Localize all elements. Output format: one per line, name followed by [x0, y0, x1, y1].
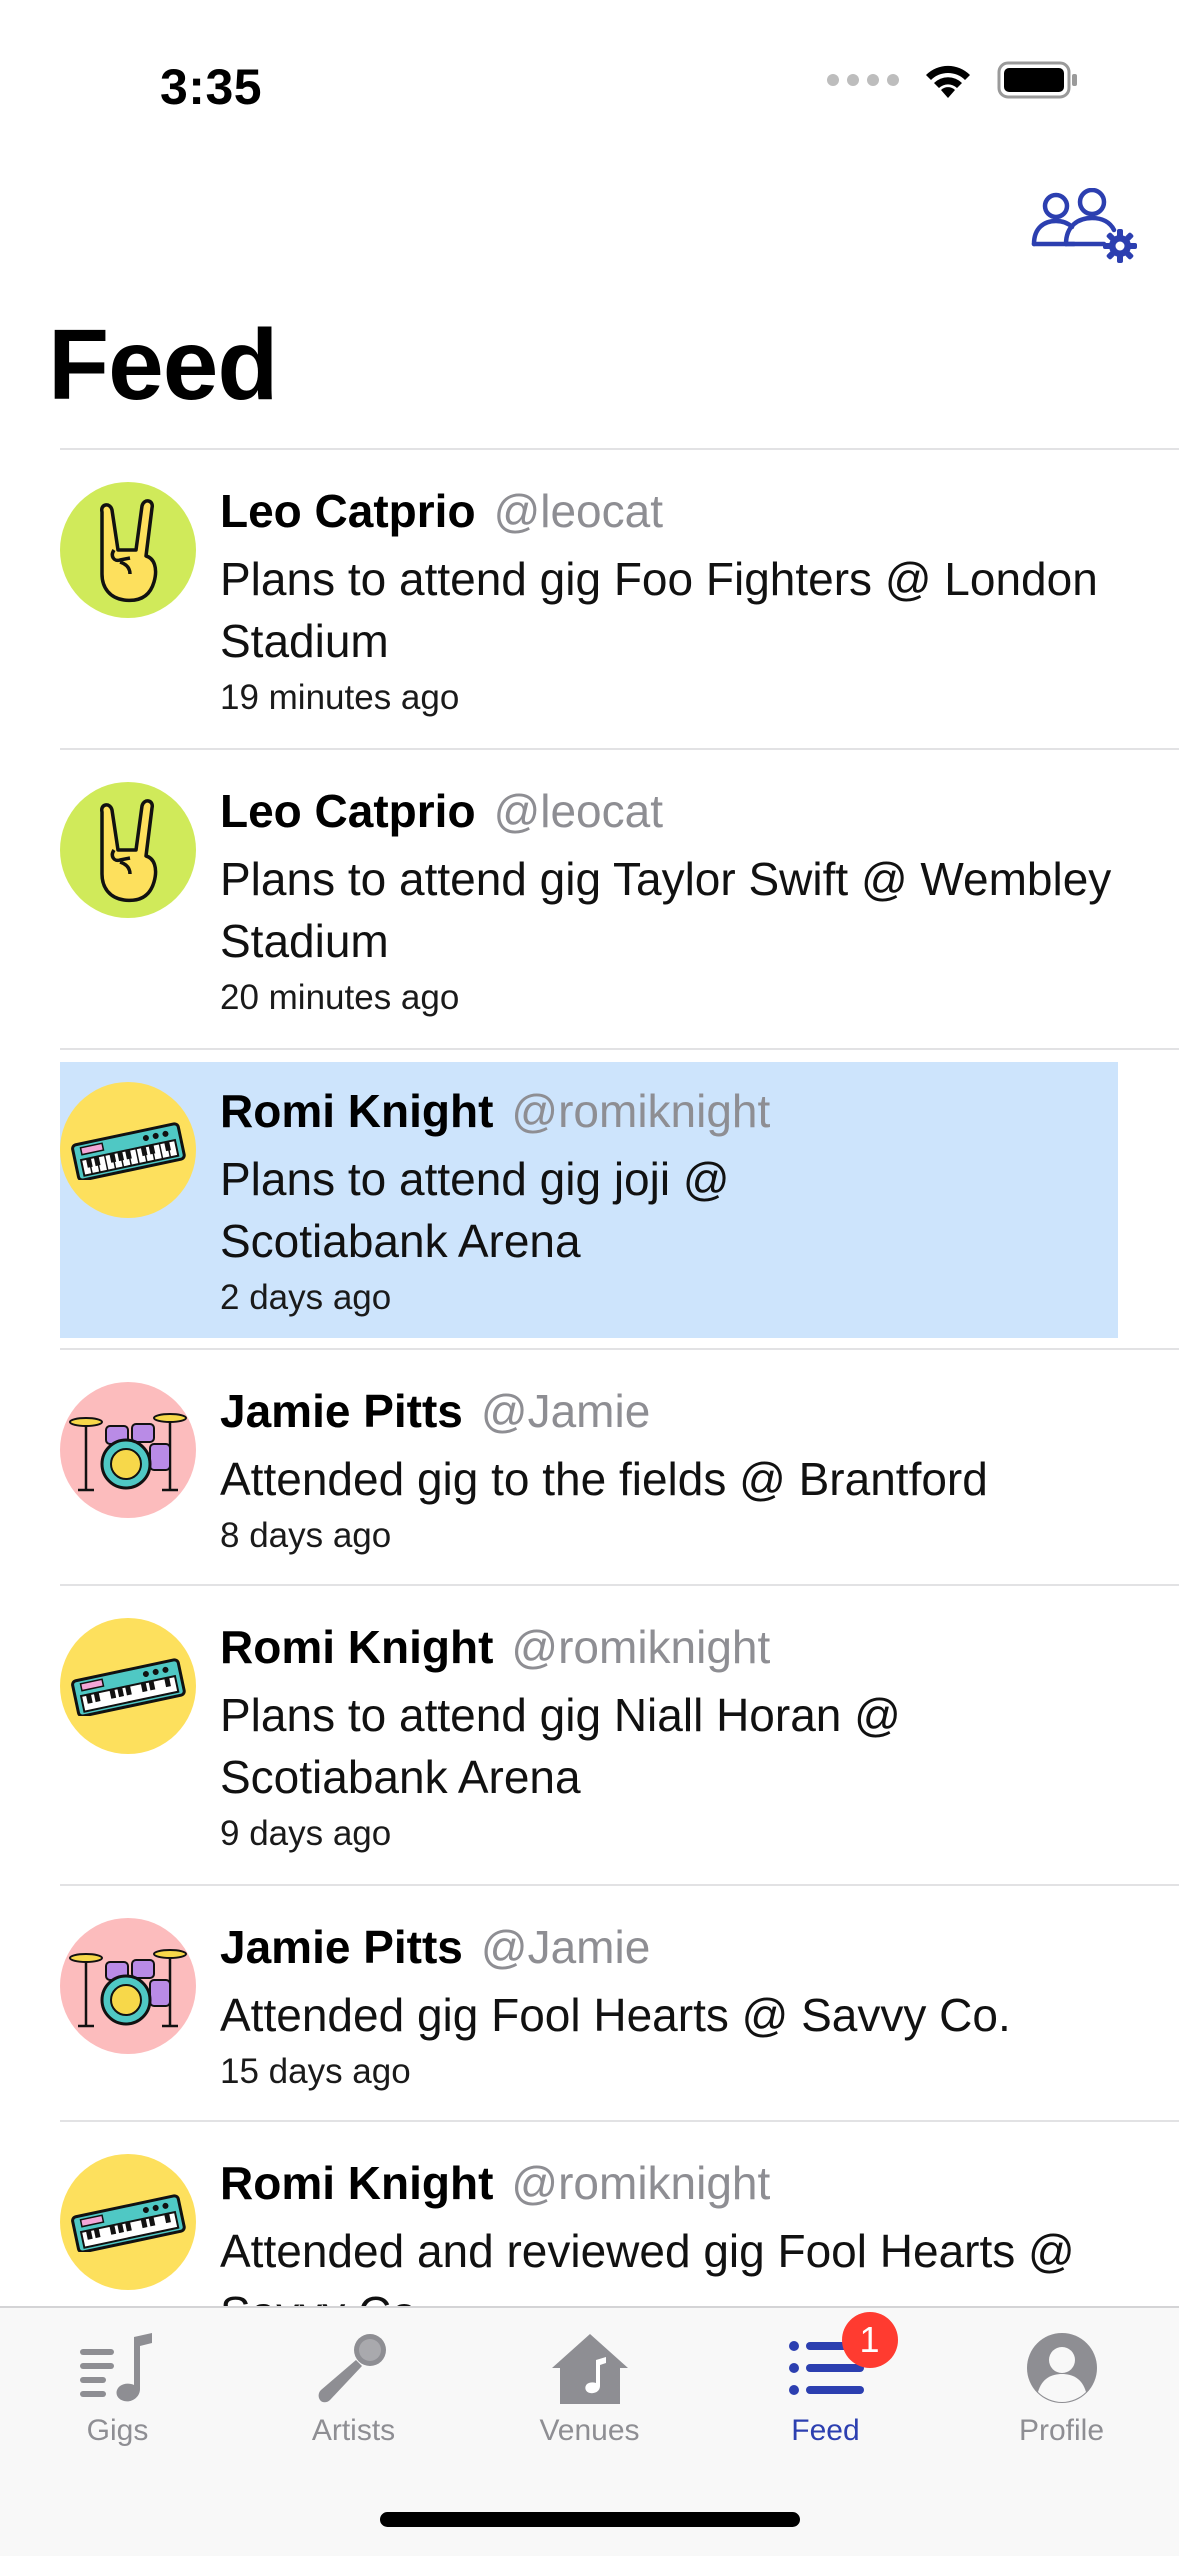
- tab-label: Gigs: [86, 2414, 149, 2447]
- tab-gigs[interactable]: Gigs: [0, 2308, 235, 2458]
- feed-item[interactable]: Romi Knight @romiknight Attended and revi…: [60, 2120, 1179, 2306]
- activity-text: Plans to attend gig joji @ Scotiabank Ar…: [220, 1153, 730, 1267]
- user-name[interactable]: Romi Knight: [220, 1621, 493, 1673]
- tab-label: Profile: [1018, 2414, 1105, 2447]
- music-list-icon: [78, 2330, 158, 2406]
- music-house-icon: [548, 2330, 632, 2406]
- tab-profile[interactable]: Profile: [944, 2308, 1179, 2458]
- rock-hand-icon: [100, 799, 158, 903]
- user-handle: @romiknight: [511, 1085, 771, 1137]
- keyboard-icon: [71, 1658, 186, 1716]
- feed-item[interactable]: Leo Catprio @leocat Plans to attend gig T…: [60, 748, 1179, 1048]
- user-name[interactable]: Leo Catprio: [220, 785, 476, 837]
- user-name[interactable]: Leo Catprio: [220, 485, 476, 537]
- avatar: [60, 482, 196, 618]
- avatar: [60, 1382, 196, 1518]
- timestamp: 15 days ago: [220, 2052, 411, 2091]
- wifi-icon: [926, 65, 970, 98]
- drum-kit-icon: [69, 1949, 187, 2028]
- user-name[interactable]: Romi Knight: [220, 1085, 493, 1137]
- avatar: [60, 1618, 196, 1754]
- tab-label: Venues: [539, 2414, 640, 2447]
- avatar: [60, 1082, 196, 1218]
- timestamp: 19 minutes ago: [220, 678, 460, 717]
- people-settings-icon: [1031, 187, 1137, 263]
- keyboard-icon: [71, 1122, 186, 1180]
- page-title: Feed: [48, 309, 278, 421]
- tab-venues[interactable]: Venues: [472, 2308, 707, 2458]
- home-indicator[interactable]: [380, 2512, 800, 2527]
- activity-text: Plans to attend gig Foo Fighters @ Londo…: [220, 553, 1098, 667]
- tab-label: Artists: [311, 2414, 396, 2447]
- feed-list-icon: 1: [788, 2312, 898, 2406]
- battery-icon: [997, 61, 1077, 99]
- activity-text: Attended and reviewed gig Fool Hearts @ …: [220, 2225, 1075, 2306]
- timestamp: 9 days ago: [220, 1814, 392, 1853]
- activity-text: Plans to attend gig Taylor Swift @ Wembl…: [220, 853, 1112, 967]
- people-settings-button[interactable]: [1030, 187, 1142, 266]
- activity-text: Attended gig to the fields @ Brantford: [220, 1453, 988, 1505]
- user-handle: @leocat: [493, 785, 664, 837]
- microphone-icon: [316, 2330, 392, 2406]
- avatar: [60, 2154, 196, 2290]
- keyboard-icon: [71, 2194, 186, 2252]
- status-time: 3:35: [160, 59, 263, 115]
- cellular-signal-icon: [827, 74, 899, 86]
- feed-item[interactable]: Leo Catprio @leocat Plans to attend gig F…: [60, 448, 1179, 748]
- user-handle: @romiknight: [511, 2157, 771, 2209]
- user-name[interactable]: Jamie Pitts: [220, 1385, 463, 1437]
- feed-item[interactable]: Romi Knight @romiknight Plans to attend g…: [60, 1048, 1179, 1348]
- feed-item[interactable]: Jamie Pitts @Jamie Attended gig Fool Hear…: [60, 1884, 1179, 2120]
- rock-hand-icon: [100, 499, 158, 603]
- notification-badge: 1: [841, 2312, 898, 2368]
- drum-kit-icon: [69, 1413, 187, 1492]
- profile-icon: [1026, 2330, 1098, 2406]
- timestamp: 2 days ago: [220, 1278, 392, 1317]
- tab-artists[interactable]: Artists: [236, 2308, 471, 2458]
- activity-text: Attended gig Fool Hearts @ Savvy Co.: [220, 1989, 1011, 2041]
- timestamp: 20 minutes ago: [220, 978, 460, 1017]
- tab-feed[interactable]: 1 Feed: [708, 2308, 943, 2458]
- timestamp: 8 days ago: [220, 1516, 392, 1555]
- feed-item[interactable]: Jamie Pitts @Jamie Attended gig to the fi…: [60, 1348, 1179, 1584]
- user-handle: @Jamie: [480, 1921, 651, 1973]
- tab-label: Feed: [791, 2414, 860, 2447]
- user-handle: @romiknight: [511, 1621, 771, 1673]
- user-name[interactable]: Romi Knight: [220, 2157, 493, 2209]
- activity-text: Plans to attend gig Niall Horan @ Scotia…: [220, 1689, 901, 1803]
- user-name[interactable]: Jamie Pitts: [220, 1921, 463, 1973]
- feed-item[interactable]: Romi Knight @romiknight Plans to attend g…: [60, 1584, 1179, 1884]
- avatar: [60, 1918, 196, 2054]
- feed-list[interactable]: Leo Catprio @leocat Plans to attend gig F…: [0, 448, 1179, 2306]
- user-handle: @leocat: [493, 485, 664, 537]
- avatar: [60, 782, 196, 918]
- user-handle: @Jamie: [480, 1385, 651, 1437]
